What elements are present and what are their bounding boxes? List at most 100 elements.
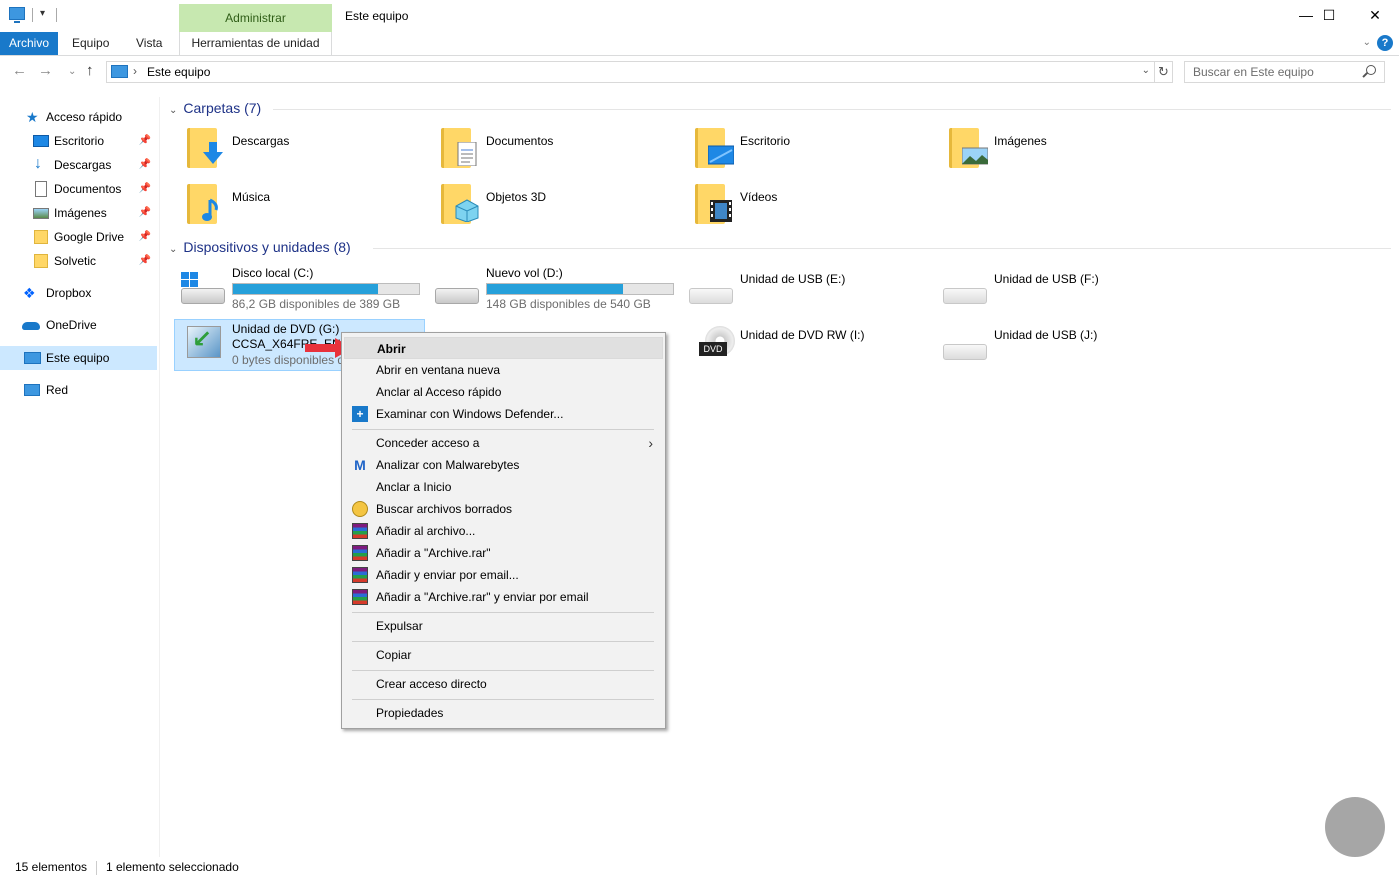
menu-separator [352,429,654,430]
sidebar-item-solvetic[interactable]: Solvetic 📌 [0,249,157,273]
recovery-icon [352,501,368,517]
sidebar-item-imagenes[interactable]: Imágenes 📌 [0,201,157,225]
folder-imagenes[interactable]: Imágenes [923,128,1173,180]
menu-item-conceder-acceso[interactable]: Conceder acceso a › [344,432,663,454]
sidebar-item-red[interactable]: Red [0,378,157,402]
drive-usb-e[interactable]: Unidad de USB (E:) [669,264,923,316]
menu-item-label: Añadir y enviar por email... [376,568,519,582]
up-arrow-icon[interactable]: ↑ [86,62,94,79]
sidebar-item-documentos[interactable]: Documentos 📌 [0,177,157,201]
sidebar-item-quick-access[interactable]: ★ Acceso rápido [0,105,157,129]
folder-videos[interactable]: Vídeos [669,184,919,236]
sidebar-item-escritorio[interactable]: Escritorio 📌 [0,129,157,153]
pin-icon[interactable]: 📌 [139,249,151,273]
winrar-icon [352,589,368,605]
sidebar-item-onedrive[interactable]: OneDrive [0,313,157,337]
search-input[interactable]: Buscar en Este equipo [1184,61,1385,83]
maximize-button[interactable]: ☐ [1306,0,1352,30]
navigation-pane: ★ Acceso rápido Escritorio 📌 ↓ Descargas… [0,97,160,857]
menu-item-buscar-borrados[interactable]: Buscar archivos borrados [344,498,663,520]
menu-item-copiar[interactable]: Copiar [344,644,663,666]
pin-icon[interactable]: 📌 [139,177,151,201]
sidebar-item-descargas[interactable]: ↓ Descargas 📌 [0,153,157,177]
menu-item-anadir-archivo[interactable]: Añadir al archivo... [344,520,663,542]
drive-usage-bar [486,283,674,295]
menu-item-propiedades[interactable]: Propiedades [344,702,663,724]
drive-dvd-rw-i[interactable]: DVD Unidad de DVD RW (I:) [669,320,923,372]
sidebar-item-label: Documentos [54,182,122,196]
section-title: Dispositivos y unidades (8) [183,239,351,255]
sidebar-item-label: Red [46,383,69,397]
menu-item-anadir-archive-rar-email[interactable]: Añadir a "Archive.rar" y enviar por emai… [344,586,663,608]
winrar-icon [352,545,368,561]
menu-item-examinar-defender[interactable]: + Examinar con Windows Defender... [344,403,663,425]
folder-music-icon [187,184,218,224]
pin-icon[interactable]: 📌 [139,201,151,225]
forward-arrow-icon[interactable]: → [38,62,53,79]
address-path[interactable]: Este equipo [147,65,210,79]
chevron-down-icon[interactable]: ⌄ [169,105,177,116]
section-title: Carpetas (7) [183,100,262,116]
drive-usb-j[interactable]: Unidad de USB (J:) [923,320,1177,372]
back-arrow-icon[interactable]: ← [12,62,27,79]
menu-item-anadir-enviar-email[interactable]: Añadir y enviar por email... [344,564,663,586]
quick-access-toolbar-dropdown-icon[interactable]: ▾ [40,8,45,19]
folder-descargas[interactable]: Descargas [161,128,411,180]
drive-name: Unidad de USB (F:) [994,272,1099,286]
folder-objetos-3d[interactable]: Objetos 3D [415,184,665,236]
help-icon[interactable]: ? [1377,35,1393,51]
this-pc-icon[interactable] [9,7,25,23]
watermark-logo [1321,797,1393,873]
menu-item-abrir[interactable]: Abrir [344,337,663,359]
tab-herramientas-de-unidad[interactable]: Herramientas de unidad [179,32,332,55]
menu-item-label: Examinar con Windows Defender... [376,407,564,421]
tab-vista[interactable]: Vista [126,32,172,55]
drive-name: Unidad de DVD (G:) [232,322,340,336]
menu-item-anclar-inicio[interactable]: Anclar a Inicio [344,476,663,498]
selection-count: 1 elemento seleccionado [106,860,239,874]
chevron-right-icon[interactable]: › [133,64,137,78]
refresh-icon[interactable]: ↻ [1155,61,1173,83]
tab-equipo[interactable]: Equipo [62,32,119,55]
section-header-folders[interactable]: ⌄ Carpetas (7) [169,100,261,122]
usb-drive-icon [689,288,733,304]
recent-locations-icon[interactable]: ⌄ [68,66,76,77]
windows-defender-icon: + [352,406,368,422]
drive-d[interactable]: Nuevo vol (D:) 148 GB disponibles de 540… [415,264,674,316]
sidebar-item-dropbox[interactable]: ❖ Dropbox [0,281,157,305]
folder-documentos[interactable]: Documentos [415,128,665,180]
section-header-devices[interactable]: ⌄ Dispositivos y unidades (8) [169,239,351,261]
menu-item-label: Crear acceso directo [376,677,487,691]
menu-item-abrir-ventana-nueva[interactable]: Abrir en ventana nueva [344,359,663,381]
sidebar-item-este-equipo[interactable]: Este equipo [0,346,157,370]
expand-ribbon-icon[interactable]: ⌄ [1363,37,1371,48]
tab-archivo[interactable]: Archivo [0,32,58,55]
chevron-down-icon[interactable]: ⌄ [1142,65,1150,76]
pin-icon[interactable]: 📌 [139,153,151,177]
sidebar-item-label: Solvetic [54,254,97,268]
pin-icon[interactable]: 📌 [139,225,151,249]
folder-icon [34,230,48,244]
winrar-icon [352,567,368,583]
search-icon[interactable] [1366,65,1376,75]
menu-item-anclar-acceso-rapido[interactable]: Anclar al Acceso rápido [344,381,663,403]
menu-item-label: Buscar archivos borrados [376,502,513,516]
download-icon: ↓ [34,155,42,172]
sidebar-item-label: Dropbox [46,286,92,300]
pin-icon[interactable]: 📌 [139,129,151,153]
dvd-badge: DVD [699,342,727,356]
address-bar[interactable]: › Este equipo ⌄ [106,61,1155,83]
drive-c[interactable]: Disco local (C:) 86,2 GB disponibles de … [161,264,420,316]
drive-usage-fill [233,284,379,294]
chevron-down-icon[interactable]: ⌄ [169,244,177,255]
menu-item-expulsar[interactable]: Expulsar [344,615,663,637]
menu-item-malwarebytes[interactable]: M Analizar con Malwarebytes [344,454,663,476]
folder-musica[interactable]: Música [161,184,411,236]
menu-item-crear-acceso-directo[interactable]: Crear acceso directo [344,673,663,695]
menu-item-anadir-archive-rar[interactable]: Añadir a "Archive.rar" [344,542,663,564]
close-button[interactable]: ✕ [1352,0,1398,30]
folder-escritorio[interactable]: Escritorio [669,128,919,180]
drive-usb-f[interactable]: Unidad de USB (F:) [923,264,1177,316]
sidebar-item-google-drive[interactable]: Google Drive 📌 [0,225,157,249]
context-menu: Abrir Abrir en ventana nueva Anclar al A… [341,332,666,729]
